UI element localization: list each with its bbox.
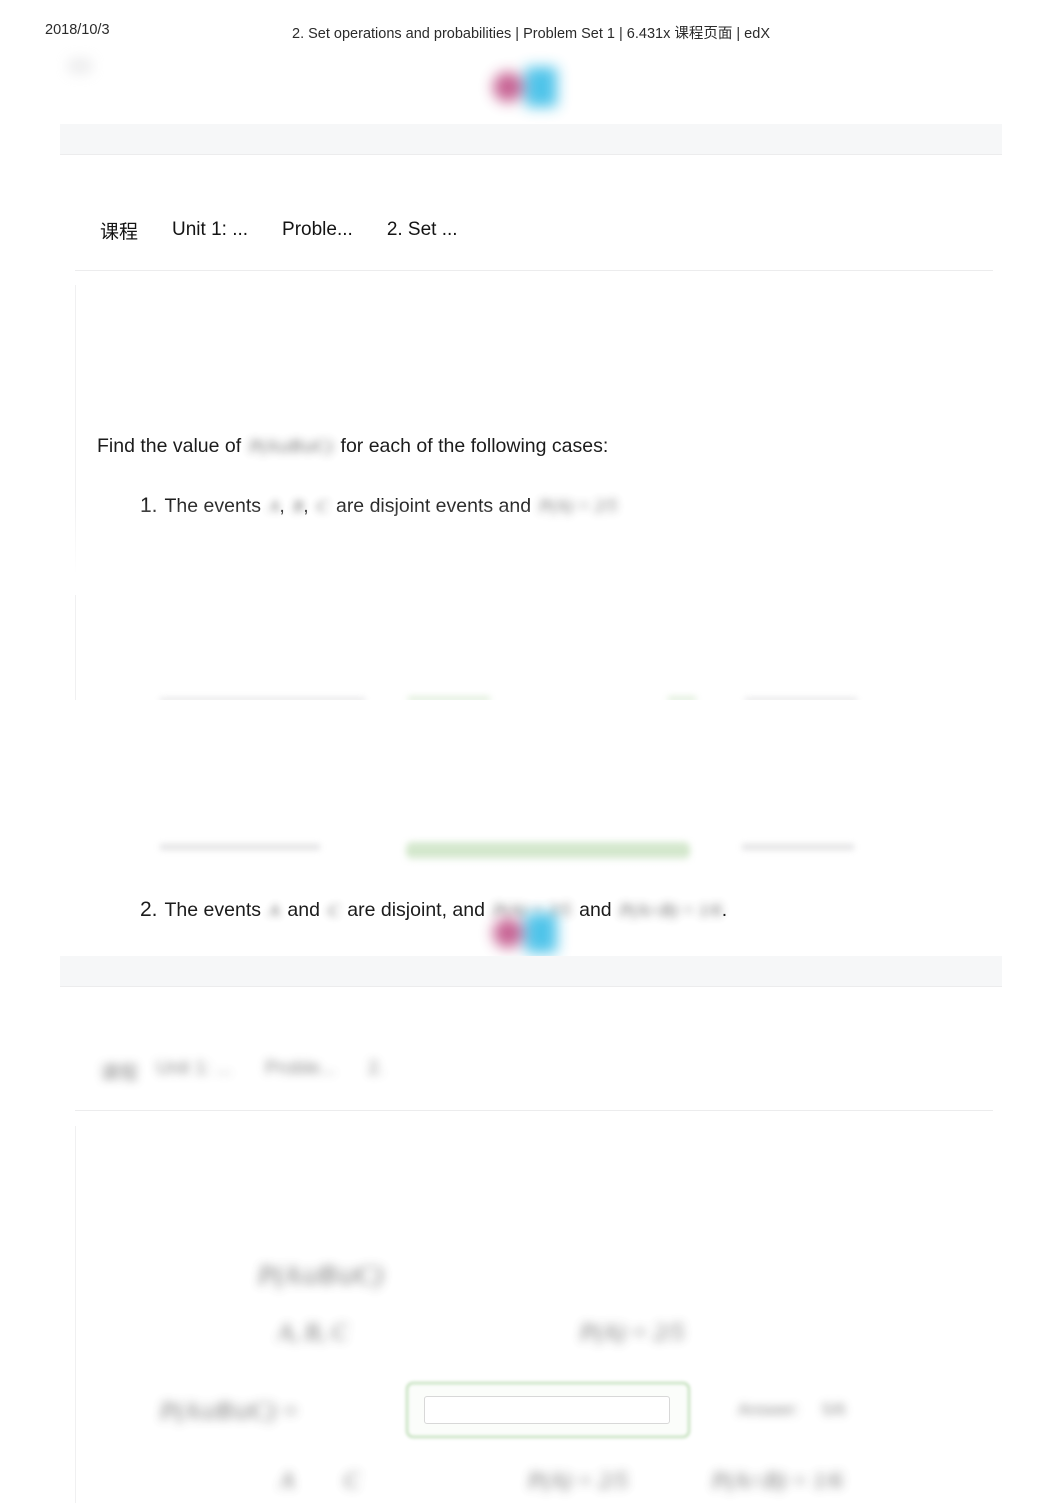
page2-content-card [75, 1126, 993, 1503]
problem-item-1-math-b: B [292, 497, 304, 516]
page2-math-line-4b: C [344, 1468, 360, 1493]
problem-item-2-number: 2. [140, 898, 158, 921]
page1-top-band [60, 124, 1002, 154]
page-break-green-sliver-top [408, 697, 490, 701]
problem-item-2: 2. The events A and C are disjoint, and … [140, 895, 727, 925]
breadcrumb-item-current[interactable]: 2. Set ... [387, 219, 458, 241]
edx-logo-bottom-dot [493, 918, 523, 948]
answer-label-right: Answer: [738, 1400, 800, 1419]
page2-band-divider [60, 986, 1002, 987]
page2-math-line-2b: P(A) = 2/5 [580, 1320, 685, 1346]
problem-item-1-text-mid: are disjoint events and [335, 495, 532, 517]
page2-math-line-4a: A [280, 1468, 295, 1493]
page2-breadcrumb-item-unit[interactable]: Unit 1: ... [156, 1058, 232, 1080]
page2-math-line-4d: P(A∩B) = 1/6 [712, 1468, 843, 1493]
page2-breadcrumb-item-problem[interactable]: Proble... [265, 1058, 336, 1080]
page2-breadcrumb-item-course[interactable]: 课程 [100, 1058, 138, 1085]
problem-item-1-text-before: The events [164, 495, 261, 517]
problem-item-2-text-before: The events [164, 899, 261, 921]
problem-item-2-text-and-1: and [287, 899, 320, 921]
page1-band-divider [60, 154, 1002, 155]
page-break-grey-sliver-left [160, 698, 365, 702]
page-break-green-sliver-top2 [668, 697, 696, 701]
hamburger-menu-icon[interactable] [68, 58, 92, 74]
page1-breadcrumb-card-divider [75, 270, 993, 271]
problem-item-1-number: 1. [140, 494, 158, 517]
page2-math-line-1: P(A∪B∪C) [258, 1260, 383, 1290]
page2-math-line-4c: P(A) = 2/5 [528, 1468, 628, 1493]
page2-breadcrumb-card [75, 1002, 993, 1110]
page2-math-line-3: P(A∪B∪C) = [160, 1398, 299, 1425]
edx-logo-top [489, 66, 577, 110]
page2-breadcrumb-item-current[interactable]: 2. [368, 1058, 384, 1080]
answer-value-right: 5/6 [822, 1400, 846, 1419]
problem-item-2-text-end: . [721, 899, 728, 921]
edx-logo-bottom [489, 912, 577, 956]
print-header: 2018/10/3 2. Set operations and probabil… [0, 22, 1062, 44]
page-break-grey-row-left [160, 844, 320, 850]
page2-content-card-left-rule [75, 1126, 76, 1503]
page-break-green-box [406, 842, 690, 860]
problem-intro-math: P(A∪B∪C) [249, 436, 333, 456]
edx-logo-dot [493, 72, 523, 102]
edx-logo-bottom-square [525, 913, 557, 953]
breadcrumb-item-unit[interactable]: Unit 1: ... [172, 219, 248, 241]
page1-content-card-left-rule [75, 285, 76, 710]
problem-item-2-math-b: C [327, 901, 340, 920]
problem-item-2-math-d: P(A∩B) = 1/6 [619, 900, 722, 920]
problem-item-1-sep-1: , [279, 495, 285, 517]
answer-input[interactable] [424, 1396, 670, 1424]
page2-breadcrumb-card-divider [75, 1110, 993, 1111]
problem-item-1-math-tail: P(A) = 2/5 [539, 496, 618, 516]
breadcrumb-item-course[interactable]: 课程 [100, 217, 138, 244]
edx-logo-square [525, 67, 557, 107]
breadcrumb: 课程 Unit 1: ... Proble... 2. Set ... [100, 215, 458, 245]
page2-math-line-2a: A, B, C [278, 1320, 348, 1346]
problem-item-1: 1. The events A , B , C are disjoint eve… [140, 491, 617, 521]
problem-item-2-text-mid: are disjoint, and [347, 899, 485, 921]
problem-item-1-math-a: A [269, 497, 280, 516]
problem-intro-line: Find the value of P(A∪B∪C) for each of t… [97, 432, 608, 460]
print-page-title: 2. Set operations and probabilities | Pr… [292, 26, 770, 42]
problem-item-1-sep-2: , [303, 495, 309, 517]
problem-item-2-text-and-2: and [579, 899, 612, 921]
page-break-grey-row-right [742, 844, 854, 850]
page-break-grey-sliver-right [745, 698, 857, 702]
problem-item-1-math-c: C [316, 497, 328, 516]
page2-top-band [60, 956, 1002, 986]
problem-item-2-math-a: A [269, 901, 280, 920]
breadcrumb-item-problem[interactable]: Proble... [282, 219, 353, 241]
problem-intro-before: Find the value of [97, 435, 242, 457]
problem-intro-after: for each of the following cases: [340, 435, 609, 457]
page1-break-fade-up [0, 700, 1062, 840]
